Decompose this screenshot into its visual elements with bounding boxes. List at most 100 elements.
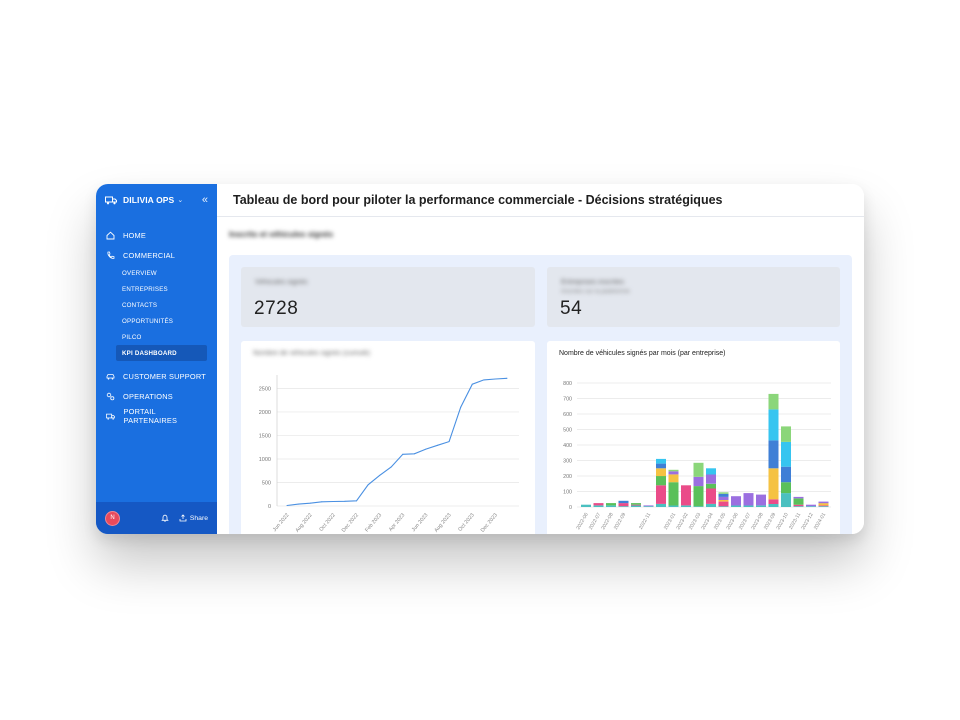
sidebar-item-label: PORTAIL PARTENAIRES xyxy=(123,407,178,425)
sidebar-item-home[interactable]: HOME xyxy=(96,225,217,245)
x-tick-label: Oct 2022 xyxy=(318,512,336,532)
stat-value: 2728 xyxy=(254,298,299,319)
bar-segment xyxy=(693,506,704,507)
bar-segment xyxy=(693,462,704,477)
bar-segment xyxy=(793,498,804,505)
bar-segment xyxy=(768,503,779,507)
page-title: Tableau de bord pour piloter la performa… xyxy=(233,193,723,207)
x-tick-label: Dec 2023 xyxy=(480,512,499,533)
y-tick-label: 0 xyxy=(268,504,271,510)
bar-segment xyxy=(656,468,666,477)
data-point xyxy=(494,378,496,380)
cumulative-series-line xyxy=(286,377,508,507)
y-tick-label: 0 xyxy=(569,505,572,511)
sidebar-header[interactable]: DILIVIA OPS ⌄ « xyxy=(96,184,217,216)
collapse-sidebar-icon[interactable]: « xyxy=(202,194,208,206)
x-tick-label: Aug 2022 xyxy=(295,512,314,533)
bar-segment xyxy=(793,506,804,507)
dashboard-panel: Véhicules signés 2728 Entreprises inscri… xyxy=(229,255,852,534)
y-tick-label: 300 xyxy=(563,459,572,465)
app-window: DILIVIA OPS ⌄ « HOME COMMERCIAL OVERVIEW… xyxy=(96,184,864,534)
x-tick-label: Dec 2022 xyxy=(341,512,360,533)
sidebar-item-customer-support[interactable]: CUSTOMER SUPPORT xyxy=(96,366,217,386)
sidebar-subitem-entreprises[interactable]: ENTREPRISES xyxy=(116,281,207,297)
sidebar-item-label: COMMERCIAL xyxy=(123,250,176,260)
stat-value: 54 xyxy=(560,298,583,319)
sidebar-item-operations[interactable]: OPERATIONS xyxy=(96,386,217,406)
bar-chart-card: Nombre de véhicules signés par mois (par… xyxy=(547,341,840,534)
bar-segment xyxy=(668,474,679,483)
main-content: Tableau de bord pour piloter la performa… xyxy=(217,184,864,534)
stat-label: Véhicules signés xyxy=(255,279,308,286)
sidebar-subitem-overview[interactable]: OVERVIEW xyxy=(116,265,207,281)
bar-segment xyxy=(668,482,679,506)
y-tick-label: 800 xyxy=(563,381,572,387)
bar-segment xyxy=(756,494,766,506)
data-point xyxy=(286,505,288,507)
bar-segment xyxy=(593,503,604,506)
x-tick-label: Feb 2023 xyxy=(364,512,383,533)
bar-segment xyxy=(718,500,729,502)
bar-segment xyxy=(743,493,754,506)
data-point xyxy=(460,406,462,408)
bar-segment xyxy=(656,463,666,469)
x-tick-label: 2024-01 xyxy=(813,512,827,531)
bar-segment xyxy=(743,505,754,507)
y-tick-label: 1000 xyxy=(259,457,271,463)
x-tick-label: 2022-11 xyxy=(638,512,652,531)
top-bar: Tableau de bord pour piloter la performa… xyxy=(217,184,864,217)
x-tick-label: Aug 2023 xyxy=(433,512,452,533)
data-point xyxy=(437,444,439,446)
bar-segment xyxy=(781,466,791,483)
data-point xyxy=(390,466,392,468)
bar-segment xyxy=(718,501,729,507)
sidebar-item-commercial[interactable]: COMMERCIAL xyxy=(96,245,217,265)
bar-segment xyxy=(768,468,779,500)
chevron-down-icon[interactable]: ⌄ xyxy=(177,196,183,204)
bar-segment xyxy=(656,458,666,464)
sidebar-subitem-contacts[interactable]: CONTACTS xyxy=(116,297,207,313)
bell-icon[interactable] xyxy=(161,514,169,522)
data-point xyxy=(379,474,381,476)
bar-segment xyxy=(656,503,666,507)
data-point xyxy=(471,383,473,385)
y-tick-label: 700 xyxy=(563,397,572,403)
sidebar-item-label: HOME xyxy=(123,230,146,240)
cumulative-line-chart: 05001000150020002500Jun 2022 Aug 2022 Oct … xyxy=(259,375,519,534)
data-point xyxy=(344,500,346,502)
data-point xyxy=(367,484,369,486)
bar-segment xyxy=(718,493,729,497)
sidebar-subitem-opportunites[interactable]: OPPORTUNITÉS xyxy=(116,313,207,329)
y-tick-label: 1500 xyxy=(259,433,271,439)
share-label: Share xyxy=(189,514,208,522)
y-tick-label: 500 xyxy=(262,480,271,486)
data-point xyxy=(355,500,357,502)
x-tick-label: 2022-09 xyxy=(613,512,627,531)
bar-segment xyxy=(706,488,716,504)
stacked-bar-chart: 01002003004005006007008002022-062022-072… xyxy=(563,381,831,531)
bar-segment xyxy=(656,476,666,486)
bar-segment xyxy=(668,469,679,472)
bar-segment xyxy=(781,482,791,494)
sidebar-item-portail-partenaires[interactable]: PORTAIL PARTENAIRES xyxy=(96,406,217,426)
stat-sublabel: Inscrites sur la plateforme xyxy=(561,289,630,295)
data-point xyxy=(309,502,311,504)
bar-segment xyxy=(643,506,654,507)
bar-segment xyxy=(593,505,604,507)
sidebar-subitem-pilco[interactable]: PILCO xyxy=(116,329,207,345)
bar-segment xyxy=(731,505,741,507)
bar-segment xyxy=(781,493,791,507)
sidebar-subitem-kpi-dashboard[interactable]: KPI DASHBOARD xyxy=(116,345,207,361)
data-point xyxy=(448,441,450,443)
bar-segment xyxy=(668,471,679,475)
data-point xyxy=(483,379,485,381)
bar-segment xyxy=(718,492,729,494)
bar-segment xyxy=(781,426,791,442)
section-title: Inscrits et véhicules signés xyxy=(229,230,334,239)
y-tick-label: 100 xyxy=(563,490,572,496)
avatar[interactable]: N xyxy=(105,510,120,526)
data-point xyxy=(425,448,427,450)
bar-segment xyxy=(693,476,704,487)
x-tick-label: Oct 2023 xyxy=(457,512,475,532)
share-button[interactable]: Share xyxy=(179,514,208,522)
